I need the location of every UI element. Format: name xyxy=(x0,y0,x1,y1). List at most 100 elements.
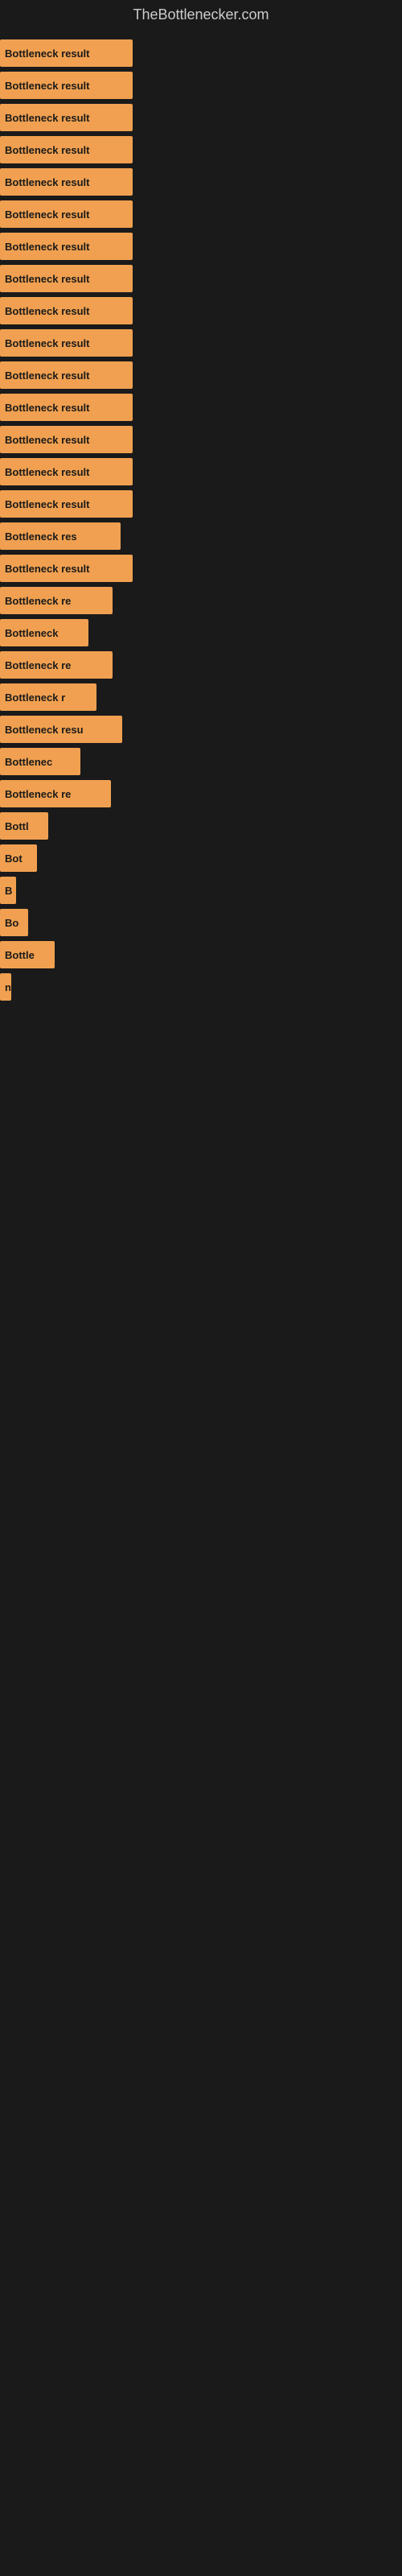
bar-label: Bottleneck result xyxy=(5,402,89,414)
bar-label: Bottleneck result xyxy=(5,337,89,349)
bottleneck-bar: Bottleneck result xyxy=(0,361,133,389)
bottleneck-bar: Bottleneck r xyxy=(0,683,96,711)
bar-label: B xyxy=(5,885,12,897)
bar-label: Bottle xyxy=(5,949,35,961)
bar-row: Bottleneck result xyxy=(0,231,402,262)
bar-row: Bottleneck result xyxy=(0,392,402,423)
bottleneck-bar: Bottleneck result xyxy=(0,555,133,582)
bar-row: Bo xyxy=(0,907,402,938)
bottleneck-bar: Bottleneck result xyxy=(0,394,133,421)
bar-row: Bottleneck resu xyxy=(0,714,402,745)
bar-label: Bottleneck res xyxy=(5,530,77,543)
bottleneck-bar: Bottleneck result xyxy=(0,136,133,163)
bar-row: Bottleneck result xyxy=(0,102,402,133)
bar-row: Bottleneck result xyxy=(0,134,402,165)
bar-row xyxy=(0,1004,402,1034)
bottleneck-bar: Bottleneck result xyxy=(0,72,133,99)
bar-label: n xyxy=(5,981,11,993)
bottleneck-bar: Bo xyxy=(0,909,28,936)
bar-label: Bottl xyxy=(5,820,29,832)
bar-label: Bottleneck result xyxy=(5,498,89,510)
bar-label: Bottleneck result xyxy=(5,80,89,92)
bar-row: Bottlenec xyxy=(0,746,402,777)
bottleneck-bar: Bottleneck result xyxy=(0,265,133,292)
bottleneck-bar: Bottleneck result xyxy=(0,329,133,357)
bottleneck-bar: Bottle xyxy=(0,941,55,968)
bar-label: Bottleneck result xyxy=(5,369,89,382)
bar-label: Bottleneck result xyxy=(5,47,89,60)
bar-row: Bottleneck res xyxy=(0,521,402,551)
bar-row: Bottleneck result xyxy=(0,295,402,326)
bar-row: Bottleneck result xyxy=(0,489,402,519)
bar-label: Bottleneck re xyxy=(5,595,71,607)
bar-row xyxy=(0,1100,402,1131)
bar-row: Bottleneck r xyxy=(0,682,402,712)
bar-row: Bottle xyxy=(0,939,402,970)
bar-label: Bottleneck result xyxy=(5,563,89,575)
bottleneck-bar: Bottleneck re xyxy=(0,780,111,807)
bar-label: Bottleneck re xyxy=(5,788,71,800)
bar-label: Bottleneck result xyxy=(5,305,89,317)
bar-row xyxy=(0,1165,402,1195)
bar-row: Bottleneck xyxy=(0,617,402,648)
bar-label: Bottleneck xyxy=(5,627,58,639)
bottleneck-bar: Bottleneck result xyxy=(0,168,133,196)
bottleneck-bar: n xyxy=(0,973,11,1001)
bar-row xyxy=(0,1133,402,1163)
bar-label: Bo xyxy=(5,917,18,929)
bar-row xyxy=(0,1068,402,1099)
bar-label: Bottleneck re xyxy=(5,659,71,671)
bottleneck-bar: Bottleneck result xyxy=(0,426,133,453)
bar-row: Bottleneck re xyxy=(0,585,402,616)
bar-row: Bottleneck result xyxy=(0,553,402,584)
bar-label: Bottleneck result xyxy=(5,466,89,478)
bar-label: Bottleneck result xyxy=(5,176,89,188)
bottleneck-bar: Bottleneck re xyxy=(0,587,113,614)
bottleneck-bar: Bottleneck xyxy=(0,619,88,646)
bar-row: Bottleneck result xyxy=(0,328,402,358)
bar-row: Bottl xyxy=(0,811,402,841)
bottleneck-bar: Bottlenec xyxy=(0,748,80,775)
bar-row: Bottleneck result xyxy=(0,263,402,294)
bar-row: Bottleneck result xyxy=(0,199,402,229)
bar-row: n xyxy=(0,972,402,1002)
bar-row xyxy=(0,1229,402,1260)
bottleneck-bar: Bottleneck res xyxy=(0,522,121,550)
bar-label: Bottleneck resu xyxy=(5,724,84,736)
bar-row xyxy=(0,1036,402,1067)
bottleneck-bar: Bottleneck result xyxy=(0,39,133,67)
bars-container: Bottleneck result Bottleneck result Bottle… xyxy=(0,30,402,1269)
bar-row: Bottleneck re xyxy=(0,650,402,680)
bar-row: Bot xyxy=(0,843,402,873)
bar-row: Bottleneck result xyxy=(0,70,402,101)
bottleneck-bar: Bottleneck resu xyxy=(0,716,122,743)
bottleneck-bar: Bottleneck result xyxy=(0,104,133,131)
bottleneck-bar: B xyxy=(0,877,16,904)
bar-label: Bottleneck result xyxy=(5,112,89,124)
bar-label: Bottlenec xyxy=(5,756,52,768)
bar-row: Bottleneck result xyxy=(0,167,402,197)
bottleneck-bar: Bottl xyxy=(0,812,48,840)
bottleneck-bar: Bottleneck result xyxy=(0,458,133,485)
bar-label: Bot xyxy=(5,852,23,865)
bar-row xyxy=(0,1197,402,1228)
bar-label: Bottleneck result xyxy=(5,208,89,221)
site-title: TheBottlenecker.com xyxy=(0,0,402,30)
bottleneck-bar: Bottleneck result xyxy=(0,233,133,260)
bottleneck-bar: Bot xyxy=(0,844,37,872)
bottleneck-bar: Bottleneck re xyxy=(0,651,113,679)
bar-row: Bottleneck result xyxy=(0,456,402,487)
bar-label: Bottleneck result xyxy=(5,144,89,156)
bar-row: Bottleneck result xyxy=(0,38,402,68)
bar-label: Bottleneck result xyxy=(5,273,89,285)
bar-row: Bottleneck re xyxy=(0,778,402,809)
bar-label: Bottleneck result xyxy=(5,434,89,446)
bar-label: Bottleneck r xyxy=(5,691,65,704)
bar-label: Bottleneck result xyxy=(5,241,89,253)
bar-row: Bottleneck result xyxy=(0,424,402,455)
bottleneck-bar: Bottleneck result xyxy=(0,490,133,518)
bar-row: B xyxy=(0,875,402,906)
bar-row: Bottleneck result xyxy=(0,360,402,390)
bottleneck-bar: Bottleneck result xyxy=(0,297,133,324)
bottleneck-bar: Bottleneck result xyxy=(0,200,133,228)
